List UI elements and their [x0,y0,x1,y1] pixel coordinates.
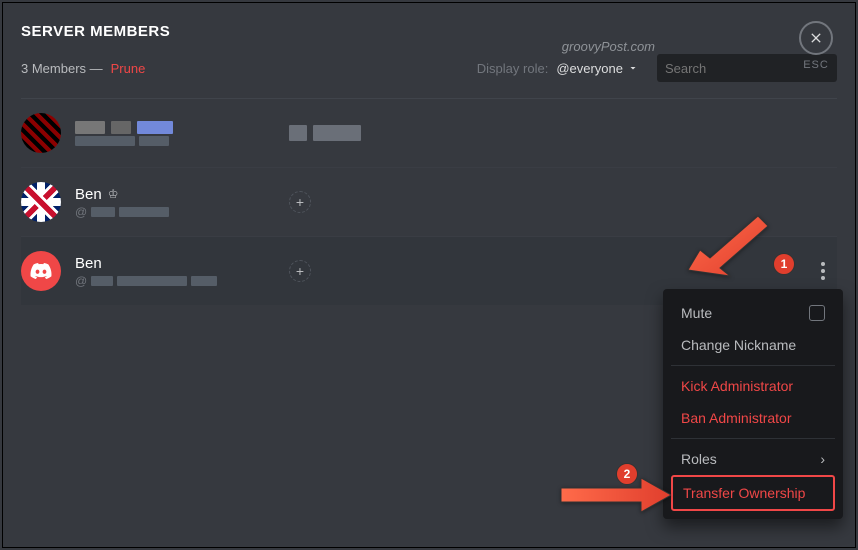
owner-crown-icon: ♔ [108,187,119,201]
menu-label: Transfer Ownership [683,485,805,501]
menu-roles[interactable]: Roles › [671,443,835,475]
menu-label: Change Nickname [681,337,796,353]
esc-label: ESC [799,59,833,71]
menu-separator [671,365,835,366]
member-name: Ben [75,255,102,272]
menu-transfer-ownership[interactable]: Transfer Ownership [671,475,835,511]
context-menu: Mute Change Nickname Kick Administrator … [663,289,843,519]
close-icon [808,30,824,46]
menu-change-nickname[interactable]: Change Nickname [671,329,835,361]
chevron-down-icon [627,62,639,74]
member-row[interactable] [21,99,837,168]
member-count: 3 Members — [21,61,103,76]
checkbox-icon [809,305,825,321]
menu-label: Roles [681,451,717,467]
close-button[interactable] [799,21,833,55]
member-handle: @ [75,205,87,219]
annotation-badge: 1 [773,253,795,275]
annotation-badge: 2 [616,463,638,485]
annotation-arrow [561,478,671,517]
page-title: SERVER MEMBERS [21,23,837,40]
menu-label: Kick Administrator [681,378,793,394]
add-role-button[interactable]: + [289,191,311,213]
avatar [21,182,61,222]
more-vertical-icon [821,262,825,280]
watermark: groovyPost.com [562,39,655,54]
menu-kick[interactable]: Kick Administrator [671,370,835,402]
display-role-label: Display role: [477,61,549,76]
member-more-button[interactable] [815,256,831,286]
role-filter-dropdown[interactable]: @everyone [556,61,639,76]
chevron-right-icon: › [820,451,825,467]
avatar [21,251,61,291]
annotation-arrow [688,208,778,283]
menu-mute[interactable]: Mute [671,297,835,329]
prune-link[interactable]: Prune [111,61,146,76]
member-handle: @ [75,274,87,288]
avatar [21,113,61,153]
role-filter-value: @everyone [556,61,623,76]
menu-ban[interactable]: Ban Administrator [671,402,835,434]
menu-label: Mute [681,305,712,321]
member-name: Ben [75,186,102,203]
add-role-button[interactable]: + [289,260,311,282]
menu-label: Ban Administrator [681,410,792,426]
menu-separator [671,438,835,439]
